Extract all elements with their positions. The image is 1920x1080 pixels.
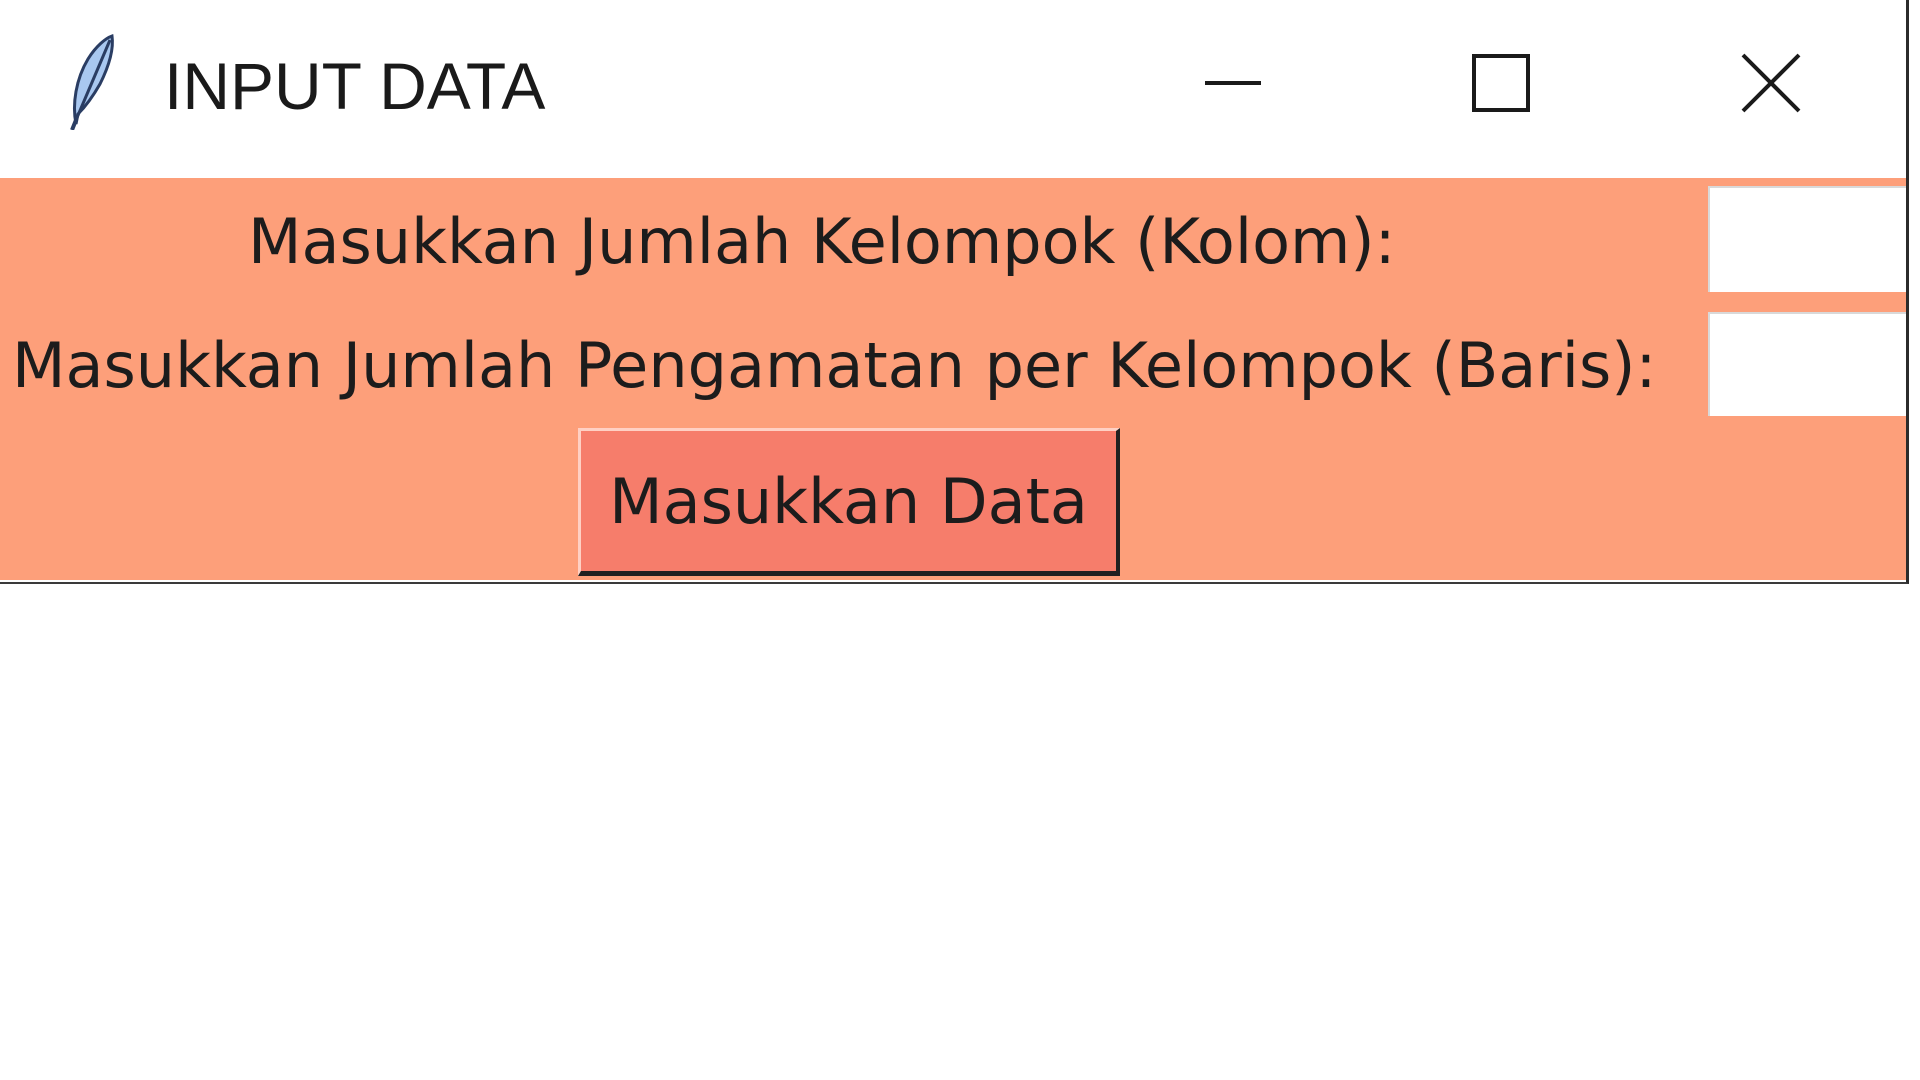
form-panel: Masukkan Jumlah Kelompok (Kolom): Masukk… xyxy=(0,178,1906,580)
feather-icon xyxy=(58,34,118,131)
kolom-input[interactable] xyxy=(1708,186,1906,292)
close-icon xyxy=(1739,51,1803,119)
maximize-icon xyxy=(1471,53,1531,117)
input-data-window: INPUT DATA Masukkan Jumlah Kelompok (Kol… xyxy=(0,0,1909,584)
minimize-icon xyxy=(1203,53,1263,117)
kolom-label: Masukkan Jumlah Kelompok (Kolom): xyxy=(248,205,1396,278)
maximize-button[interactable] xyxy=(1446,30,1556,140)
baris-input[interactable] xyxy=(1708,312,1906,416)
close-button[interactable] xyxy=(1716,30,1826,140)
title-bar[interactable]: INPUT DATA xyxy=(0,0,1906,178)
masukkan-data-button[interactable]: Masukkan Data xyxy=(578,428,1120,576)
minimize-button[interactable] xyxy=(1178,30,1288,140)
baris-label: Masukkan Jumlah Pengamatan per Kelompok … xyxy=(12,329,1657,402)
window-title: INPUT DATA xyxy=(164,49,546,123)
